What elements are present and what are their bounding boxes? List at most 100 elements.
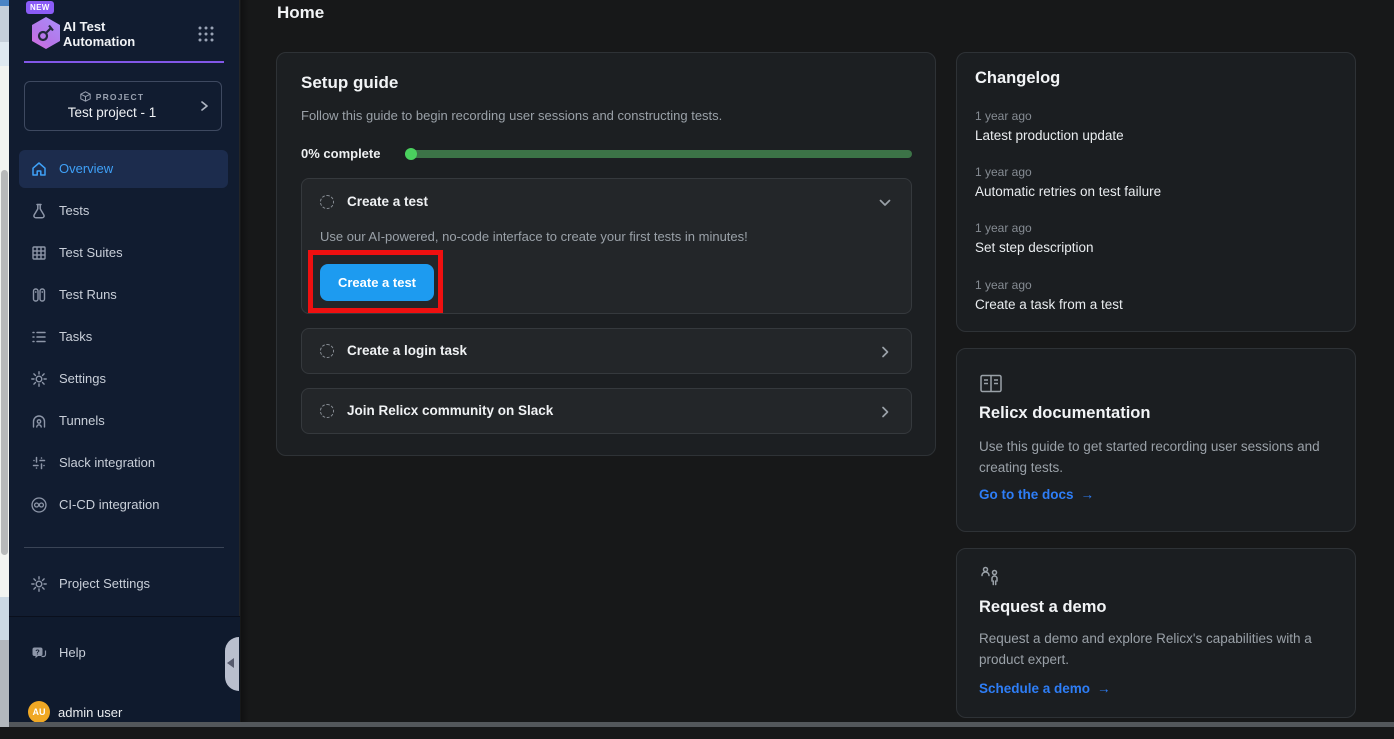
- sidebar-item-label: Slack integration: [59, 455, 155, 470]
- request-demo-description: Request a demo and explore Relicx's capa…: [979, 628, 1339, 670]
- collapse-arrow-icon: [227, 658, 234, 668]
- progress-indicator-dot: [405, 148, 417, 160]
- setup-step-join-slack[interactable]: Join Relicx community on Slack: [301, 388, 912, 434]
- sidebar-item-label: Tunnels: [59, 413, 105, 428]
- changelog-time: 1 year ago: [975, 278, 1032, 292]
- flask-icon: [30, 202, 48, 220]
- go-to-docs-link[interactable]: Go to the docs →: [979, 487, 1094, 502]
- people-icon: [979, 565, 1003, 589]
- apps-grid-icon[interactable]: [197, 25, 215, 43]
- step-description: Use our AI-powered, no-code interface to…: [320, 229, 748, 244]
- progress-label: 0% complete: [301, 146, 380, 161]
- incomplete-step-icon: [320, 404, 334, 418]
- link-label: Schedule a demo: [979, 681, 1090, 696]
- user-name: admin user: [58, 705, 122, 720]
- sidebar-item-help[interactable]: ? Help: [9, 634, 240, 672]
- documentation-title: Relicx documentation: [979, 404, 1150, 423]
- sidebar-item-slack-integration[interactable]: Slack integration: [9, 444, 240, 482]
- step-title: Create a login task: [347, 343, 467, 358]
- sidebar-item-label: Settings: [59, 371, 106, 386]
- request-demo-title: Request a demo: [979, 598, 1106, 617]
- sidebar-accent-divider: [24, 61, 224, 63]
- background-scrollbar-thumb[interactable]: [1, 170, 8, 555]
- chevron-right-icon: [877, 404, 893, 420]
- sidebar-item-label: Tests: [59, 203, 89, 218]
- sidebar-footer: ? Help AU admin user: [9, 616, 240, 722]
- sliver-gray-low: [0, 640, 9, 727]
- sidebar: NEW AI Test Automation: [9, 0, 240, 722]
- chevron-right-icon: [877, 344, 893, 360]
- home-icon: [30, 160, 48, 178]
- gear-icon: [30, 575, 48, 593]
- new-badge: NEW: [26, 1, 54, 14]
- create-test-button[interactable]: Create a test: [320, 264, 434, 301]
- sidebar-item-overview[interactable]: Overview: [9, 150, 240, 188]
- sidebar-item-tunnels[interactable]: Tunnels: [9, 402, 240, 440]
- sidebar-item-test-suites[interactable]: Test Suites: [9, 234, 240, 272]
- app-logo-icon: [30, 16, 62, 50]
- schedule-demo-link[interactable]: Schedule a demo →: [979, 681, 1111, 696]
- sliver-light-blue: [0, 6, 9, 42]
- page-title: Home: [277, 3, 324, 23]
- sidebar-item-cicd-integration[interactable]: CI-CD integration: [9, 486, 240, 524]
- highlight-annotation-box: Create a test: [308, 250, 443, 313]
- link-label: Go to the docs: [979, 487, 1074, 502]
- setup-step-create-login-task[interactable]: Create a login task: [301, 328, 912, 374]
- user-menu[interactable]: AU admin user: [9, 701, 240, 739]
- ci-cd-icon: [30, 496, 48, 514]
- app-title: AI Test Automation: [63, 19, 159, 49]
- sliver-blue-low: [0, 597, 9, 640]
- changelog-time: 1 year ago: [975, 109, 1032, 123]
- documentation-description: Use this guide to get started recording …: [979, 436, 1339, 478]
- project-selector[interactable]: PROJECT Test project - 1: [24, 81, 222, 131]
- background-window-sliver: [0, 0, 9, 727]
- sidebar-item-label: Project Settings: [59, 576, 150, 591]
- sidebar-item-settings[interactable]: Settings: [9, 360, 240, 398]
- project-name: Test project - 1: [25, 105, 199, 120]
- request-demo-card: Request a demo Request a demo and explor…: [956, 548, 1356, 718]
- sidebar-shadow: [241, 0, 249, 727]
- active-item-highlight: [19, 150, 228, 188]
- step-title: Create a test: [347, 194, 428, 209]
- gear-icon: [30, 370, 48, 388]
- chevron-down-icon[interactable]: [877, 195, 893, 211]
- sidebar-item-tasks[interactable]: Tasks: [9, 318, 240, 356]
- sidebar-item-label: CI-CD integration: [59, 497, 159, 512]
- window-bottom-edge: [9, 722, 1394, 727]
- sidebar-item-tests[interactable]: Tests: [9, 192, 240, 230]
- changelog-entry: Latest production update: [975, 128, 1124, 143]
- sidebar-collapse-handle[interactable]: [225, 637, 239, 691]
- grid-icon: [30, 244, 48, 262]
- columns-icon: [30, 286, 48, 304]
- chevron-right-icon: [197, 99, 211, 113]
- project-label: PROJECT: [96, 92, 145, 102]
- setup-guide-description: Follow this guide to begin recording use…: [301, 108, 722, 123]
- documentation-card: Relicx documentation Use this guide to g…: [956, 348, 1356, 532]
- step-title: Join Relicx community on Slack: [347, 403, 553, 418]
- progress-bar: [405, 150, 912, 158]
- tunnel-icon: [30, 412, 48, 430]
- changelog-entry: Create a task from a test: [975, 297, 1123, 312]
- changelog-card: Changelog 1 year ago Latest production u…: [956, 52, 1356, 332]
- sidebar-divider: [24, 547, 224, 548]
- book-icon: [979, 373, 1003, 395]
- changelog-time: 1 year ago: [975, 165, 1032, 179]
- changelog-time: 1 year ago: [975, 221, 1032, 235]
- arrow-right-icon: →: [1097, 681, 1111, 696]
- list-icon: [30, 328, 48, 346]
- incomplete-step-icon: [320, 344, 334, 358]
- cube-icon: [80, 91, 91, 102]
- incomplete-step-icon: [320, 195, 334, 209]
- arrow-right-icon: →: [1081, 487, 1095, 502]
- sidebar-item-label: Overview: [59, 161, 113, 176]
- setup-step-create-test[interactable]: Create a test Use our AI-powered, no-cod…: [301, 178, 912, 314]
- sidebar-item-project-settings[interactable]: Project Settings: [9, 565, 240, 603]
- sidebar-item-label: Test Runs: [59, 287, 117, 302]
- svg-text:?: ?: [35, 647, 40, 656]
- app-root: NEW AI Test Automation: [0, 0, 1394, 727]
- avatar: AU: [28, 701, 50, 723]
- setup-guide-card: Setup guide Follow this guide to begin r…: [276, 52, 936, 456]
- sidebar-item-label: Help: [59, 645, 86, 660]
- sidebar-item-test-runs[interactable]: Test Runs: [9, 276, 240, 314]
- setup-guide-title: Setup guide: [301, 73, 398, 93]
